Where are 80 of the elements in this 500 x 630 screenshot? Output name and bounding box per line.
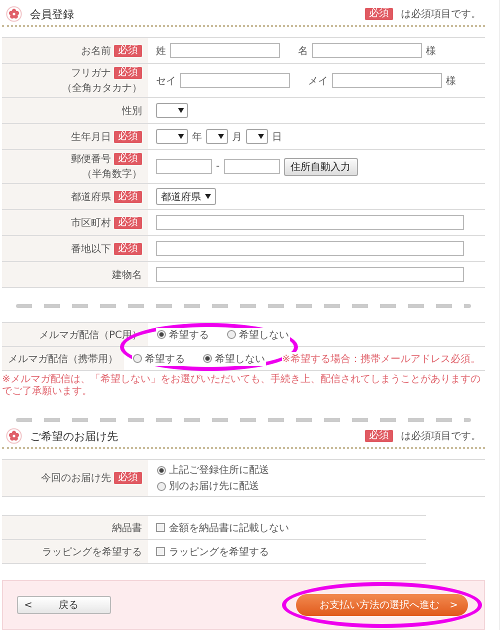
section-title: ご希望のお届け先 — [30, 428, 119, 444]
field-label: 都道府県 — [71, 190, 111, 204]
required-note: は必須項目です。 — [401, 430, 481, 443]
option-label: 上記ご登録住所に配送 — [169, 464, 269, 477]
field-prefix: セイ — [156, 74, 176, 88]
flower-icon — [6, 428, 22, 444]
autofill-button[interactable]: 住所自動入力 — [284, 158, 358, 176]
checkbox-label: 金額を納品書に記載しない — [169, 522, 289, 534]
text-input[interactable] — [224, 159, 280, 174]
field-suffix: 日 — [272, 130, 282, 144]
option-label: 希望しない — [239, 328, 289, 342]
dropdown-value: 都道府県 — [161, 190, 201, 204]
text-input[interactable] — [170, 43, 280, 58]
option-label: 希望する — [169, 328, 209, 342]
text-input[interactable] — [156, 215, 464, 230]
required-badge: 必須 — [365, 8, 393, 20]
caret-icon — [178, 134, 184, 139]
field-label: 性別 — [122, 104, 142, 118]
field-prefix: 名 — [298, 44, 308, 58]
option-label: 別のお届け先に配送 — [169, 480, 259, 493]
required-badge: 必須 — [114, 153, 142, 165]
option-label: 希望しない — [215, 352, 265, 366]
radio-button[interactable] — [157, 330, 166, 339]
field-prefix: メイ — [308, 74, 328, 88]
section-title: 会員登録 — [30, 6, 75, 22]
field-suffix: 様 — [446, 74, 456, 88]
radio-button[interactable] — [133, 354, 142, 363]
field-label: 郵便番号 — [71, 152, 111, 166]
radio-button[interactable] — [157, 466, 166, 474]
back-button[interactable]: < 戻る — [17, 596, 111, 614]
required-badge: 必須 — [114, 472, 142, 484]
dropdown[interactable]: 都道府県 — [156, 188, 216, 205]
text-input[interactable] — [180, 73, 290, 88]
required-badge: 必須 — [114, 190, 142, 202]
field-label: フリガナ — [71, 67, 111, 80]
radio-button[interactable] — [203, 354, 212, 363]
field-label: お名前 — [81, 44, 111, 58]
caret-icon — [178, 108, 184, 113]
field-label: 今回のお届け先 — [41, 472, 111, 485]
field-hint: （半角数字） — [82, 168, 142, 181]
text-input[interactable] — [312, 43, 422, 58]
required-badge: 必須 — [114, 130, 142, 142]
separator: - — [216, 161, 220, 172]
mail-footnote: ※メルマガ配信は、「希望しない」をお選びいただいても、手続き上、配信されてしまうことがありますのでご了承願います。 — [2, 374, 482, 398]
dropdown[interactable] — [156, 103, 188, 118]
field-hint: （全角カタカナ） — [62, 82, 142, 95]
field-label: メルマガ配信（携帯用） — [8, 352, 118, 366]
checkbox[interactable] — [156, 547, 165, 556]
dropdown[interactable] — [206, 129, 228, 144]
dropdown[interactable] — [246, 129, 268, 144]
option-label: 希望する — [145, 352, 185, 366]
checkbox[interactable] — [156, 523, 165, 532]
required-badge: 必須 — [114, 44, 142, 56]
field-label: 建物名 — [112, 268, 142, 282]
text-input[interactable] — [156, 159, 212, 174]
text-input[interactable] — [332, 73, 442, 88]
required-badge: 必須 — [365, 430, 393, 442]
radio-button[interactable] — [227, 330, 236, 339]
field-label: ラッピングを希望する — [42, 546, 142, 558]
field-label: 納品書 — [112, 522, 142, 534]
field-label: 市区町村 — [71, 216, 111, 230]
text-input[interactable] — [156, 267, 464, 282]
required-note: は必須項目です。 — [401, 8, 481, 21]
field-prefix: 姓 — [156, 44, 166, 58]
radio-button[interactable] — [157, 482, 166, 490]
field-label: 生年月日 — [71, 130, 111, 144]
caret-icon — [205, 194, 211, 199]
text-input[interactable] — [156, 241, 464, 256]
checkbox-label: ラッピングを希望する — [169, 546, 269, 558]
flower-icon — [6, 6, 22, 22]
field-suffix: 様 — [426, 44, 436, 58]
required-badge: 必須 — [114, 216, 142, 228]
caret-icon — [218, 134, 224, 139]
required-badge: 必須 — [114, 242, 142, 254]
required-badge: 必須 — [114, 67, 142, 79]
field-label: 番地以下 — [71, 242, 111, 256]
dropdown[interactable] — [156, 129, 188, 144]
field-suffix: 年 — [192, 130, 202, 144]
field-suffix: 月 — [232, 130, 242, 144]
caret-icon — [258, 134, 264, 139]
